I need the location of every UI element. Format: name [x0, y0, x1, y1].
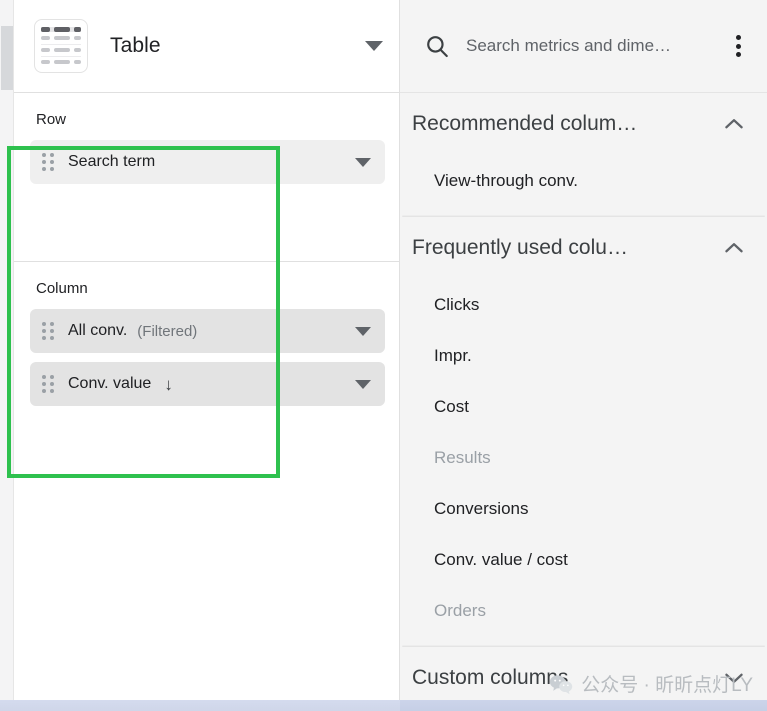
- kebab-menu-icon[interactable]: [727, 33, 749, 59]
- accordion-body: Clicks Impr. Cost Results Conversions Co…: [400, 279, 767, 646]
- field-chip-label: Search term: [68, 153, 156, 170]
- accordion-header[interactable]: Recommended colum…: [400, 93, 767, 155]
- metric-option-orders: Orders: [434, 600, 486, 620]
- caret-down-icon[interactable]: [355, 326, 371, 336]
- metric-option-cost[interactable]: Cost: [400, 381, 767, 432]
- left-scrollbar-track[interactable]: [0, 0, 14, 711]
- accordion-header[interactable]: Frequently used colu…: [400, 217, 767, 279]
- metrics-picker-panel: Search metrics and dime… Recommended col…: [400, 0, 767, 711]
- field-chip-conv-value[interactable]: Conv. value ↓: [30, 362, 385, 406]
- caret-down-icon[interactable]: [355, 379, 371, 389]
- drag-handle-icon[interactable]: [42, 375, 56, 393]
- metric-option-conversions[interactable]: Conversions: [400, 483, 767, 534]
- field-chip-label: All conv.: [68, 322, 128, 339]
- field-chip-all-conv[interactable]: All conv. (Filtered): [30, 309, 385, 353]
- accordion-body: View-through conv.: [400, 155, 767, 216]
- accordion-title: Custom columns: [412, 666, 569, 689]
- search-input[interactable]: Search metrics and dime…: [466, 36, 671, 56]
- wechat-icon: [550, 674, 573, 694]
- field-chip-label: Conv. value: [68, 375, 152, 392]
- metric-option-conv-value-per-cost[interactable]: Conv. value / cost: [400, 534, 767, 585]
- column-editor-dialog: Table Row Search term Column All conv. (…: [0, 0, 767, 711]
- chevron-up-icon[interactable]: [721, 111, 747, 137]
- field-chip-qualifier: (Filtered): [137, 322, 198, 340]
- left-scrollbar-thumb[interactable]: [1, 26, 13, 90]
- row-section: Row Search term: [14, 93, 399, 262]
- row-section-label: Row: [36, 111, 67, 128]
- column-section-label: Column: [36, 280, 88, 297]
- drag-handle-icon[interactable]: [42, 322, 56, 340]
- search-bar[interactable]: Search metrics and dime…: [400, 0, 767, 93]
- accordion-title: Frequently used colu…: [412, 236, 628, 259]
- accordion-title: Recommended colum…: [412, 112, 638, 135]
- accordion-frequently-used-columns: Frequently used colu… Clicks Impr. Cost …: [400, 217, 767, 646]
- metric-option-impr[interactable]: Impr.: [400, 330, 767, 381]
- layout-panel: Table Row Search term Column All conv. (…: [0, 0, 400, 711]
- visualization-type-label: Table: [110, 34, 161, 57]
- caret-down-icon[interactable]: [365, 41, 383, 51]
- search-icon: [427, 36, 448, 58]
- visualization-type-selector[interactable]: Table: [14, 0, 399, 93]
- caret-down-icon[interactable]: [355, 157, 371, 167]
- watermark: 公众号 · 昕昕点灯LY: [549, 670, 753, 697]
- metrics-group-list: Recommended colum… View-through conv. Fr…: [400, 93, 767, 711]
- column-section: Column All conv. (Filtered) Conv. value …: [14, 262, 399, 406]
- accordion-recommended-columns: Recommended colum… View-through conv.: [400, 93, 767, 216]
- watermark-text: 公众号 · 昕昕点灯LY: [581, 675, 753, 696]
- drag-handle-icon[interactable]: [42, 153, 56, 171]
- metric-option-clicks[interactable]: Clicks: [400, 279, 767, 330]
- chevron-up-icon[interactable]: [721, 235, 747, 261]
- bottom-strip-left: [0, 700, 400, 711]
- field-chip-search-term[interactable]: Search term: [30, 140, 385, 184]
- sort-descending-icon[interactable]: ↓: [164, 376, 173, 393]
- bottom-strip: [0, 700, 767, 711]
- table-icon: [34, 19, 88, 73]
- metric-option-results: Results: [434, 447, 491, 467]
- metric-option-view-through-conv[interactable]: View-through conv.: [400, 155, 767, 206]
